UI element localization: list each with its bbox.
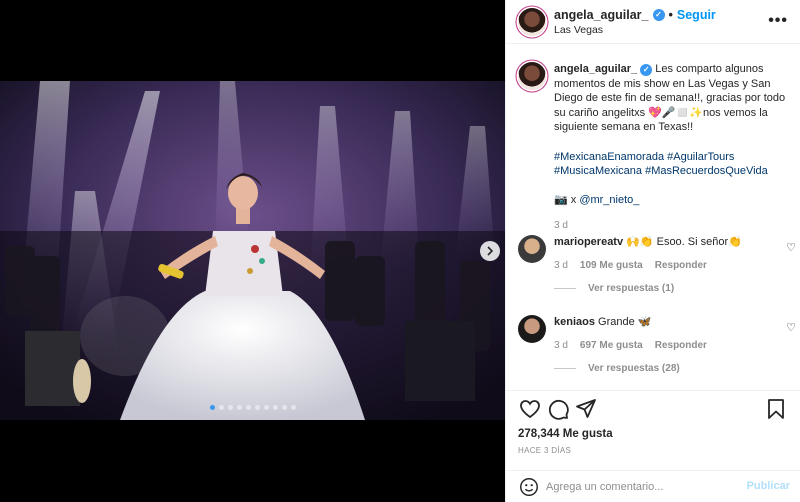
author-line: angela_aguilar_ ✓ • Seguir bbox=[554, 8, 716, 22]
post-actions: 278,344 Me gusta HACE 3 DÍAS bbox=[506, 390, 800, 470]
view-replies-label[interactable]: Ver respuestas (1) bbox=[588, 283, 674, 294]
comment-likes[interactable]: 697 Me gusta bbox=[580, 340, 643, 351]
carousel-dot bbox=[245, 405, 251, 410]
caption-time: 3 d bbox=[554, 219, 568, 231]
carousel-dot bbox=[209, 405, 215, 410]
author-avatar[interactable] bbox=[518, 8, 546, 36]
comment-item: mariopereatv 🙌👏 Esoo. Si señor👏 3 d 109 … bbox=[518, 235, 796, 294]
comment-time: 3 d bbox=[554, 259, 568, 271]
post-side-panel: angela_aguilar_ ✓ • Seguir Las Vegas •••… bbox=[505, 0, 800, 502]
commenter-avatar[interactable] bbox=[518, 235, 546, 263]
comment-meta: 3 d 697 Me gusta Responder bbox=[554, 340, 788, 351]
caption-avatar[interactable] bbox=[518, 62, 546, 90]
comment-reply-button[interactable]: Responder bbox=[655, 340, 707, 351]
verified-badge-icon: ✓ bbox=[640, 64, 653, 76]
share-icon[interactable] bbox=[574, 397, 598, 421]
save-bookmark-icon[interactable] bbox=[764, 397, 788, 421]
carousel-next-icon bbox=[487, 246, 494, 256]
comment-like-icon[interactable]: ♡ bbox=[786, 321, 796, 334]
comment-time: 3 d bbox=[554, 339, 568, 351]
comment-reply-button[interactable]: Responder bbox=[655, 260, 707, 271]
carousel-dot bbox=[227, 405, 233, 410]
carousel-dot bbox=[254, 405, 260, 410]
replies-divider bbox=[554, 367, 576, 369]
comment-input[interactable] bbox=[546, 478, 736, 496]
publish-button[interactable]: Publicar bbox=[747, 480, 790, 492]
emoji-icon[interactable] bbox=[518, 476, 540, 498]
concert-stage-image bbox=[0, 81, 505, 420]
comment-item: keniaos Grande 🦋 3 d 697 Me gusta Respon… bbox=[518, 315, 796, 374]
like-count[interactable]: 278,344 Me gusta bbox=[518, 428, 613, 440]
comment-icon[interactable] bbox=[546, 397, 570, 421]
view-replies-button[interactable]: Ver respuestas (1) bbox=[554, 283, 788, 294]
comment-text: mariopereatv 🙌👏 Esoo. Si señor👏 bbox=[554, 235, 788, 250]
header-separator: • bbox=[668, 8, 673, 22]
follow-button[interactable]: Seguir bbox=[677, 8, 716, 22]
carousel-dot bbox=[218, 405, 224, 410]
comment-body: 🙌👏 Esoo. Si señor👏 bbox=[626, 236, 742, 248]
comment-body: Grande 🦋 bbox=[598, 316, 652, 328]
like-heart-icon[interactable] bbox=[518, 397, 542, 421]
view-replies-label[interactable]: Ver respuestas (28) bbox=[588, 363, 680, 374]
more-options-icon[interactable]: ••• bbox=[768, 12, 788, 30]
carousel-dot bbox=[290, 405, 296, 410]
comments-list[interactable]: angela_aguilar_ ✓ Les comparto algunos m… bbox=[506, 45, 800, 390]
carousel-dot bbox=[272, 405, 278, 410]
post-location[interactable]: Las Vegas bbox=[554, 24, 603, 36]
commenter-avatar[interactable] bbox=[518, 315, 546, 343]
comment-username[interactable]: keniaos bbox=[554, 316, 595, 328]
caption-text: angela_aguilar_ ✓ Les comparto algunos m… bbox=[554, 62, 788, 208]
post-header: angela_aguilar_ ✓ • Seguir Las Vegas ••• bbox=[506, 0, 800, 44]
comment-meta: 3 d 109 Me gusta Responder bbox=[554, 260, 788, 271]
carousel-next-button[interactable] bbox=[480, 241, 500, 261]
action-icons bbox=[518, 397, 788, 425]
caption-hashtags-1[interactable]: #MexicanaEnamorada #AguilarTours bbox=[554, 151, 734, 163]
author-username[interactable]: angela_aguilar_ bbox=[554, 8, 649, 22]
verified-badge-icon: ✓ bbox=[652, 9, 665, 21]
post-photo[interactable] bbox=[0, 81, 505, 420]
caption-username[interactable]: angela_aguilar_ bbox=[554, 63, 637, 75]
carousel-dot bbox=[281, 405, 287, 410]
replies-divider bbox=[554, 287, 576, 289]
comment-text: keniaos Grande 🦋 bbox=[554, 315, 788, 330]
comment-username[interactable]: mariopereatv bbox=[554, 236, 623, 248]
comment-composer: Publicar bbox=[506, 470, 800, 502]
caption-credit-prefix: 📷 x bbox=[554, 194, 580, 207]
comment-likes[interactable]: 109 Me gusta bbox=[580, 260, 643, 271]
post-caption: angela_aguilar_ ✓ Les comparto algunos m… bbox=[518, 62, 788, 231]
media-pane bbox=[0, 0, 505, 502]
comment-like-icon[interactable]: ♡ bbox=[786, 241, 796, 254]
carousel-dot bbox=[263, 405, 269, 410]
caption-hashtags-2[interactable]: #MusicaMexicana #MasRecuerdosQueVida bbox=[554, 165, 768, 177]
carousel-indicator bbox=[0, 405, 505, 410]
carousel-dot bbox=[236, 405, 242, 410]
caption-credit-mention[interactable]: @mr_nieto_ bbox=[579, 194, 639, 206]
post-date: HACE 3 DÍAS bbox=[518, 446, 572, 455]
view-replies-button[interactable]: Ver respuestas (28) bbox=[554, 363, 788, 374]
